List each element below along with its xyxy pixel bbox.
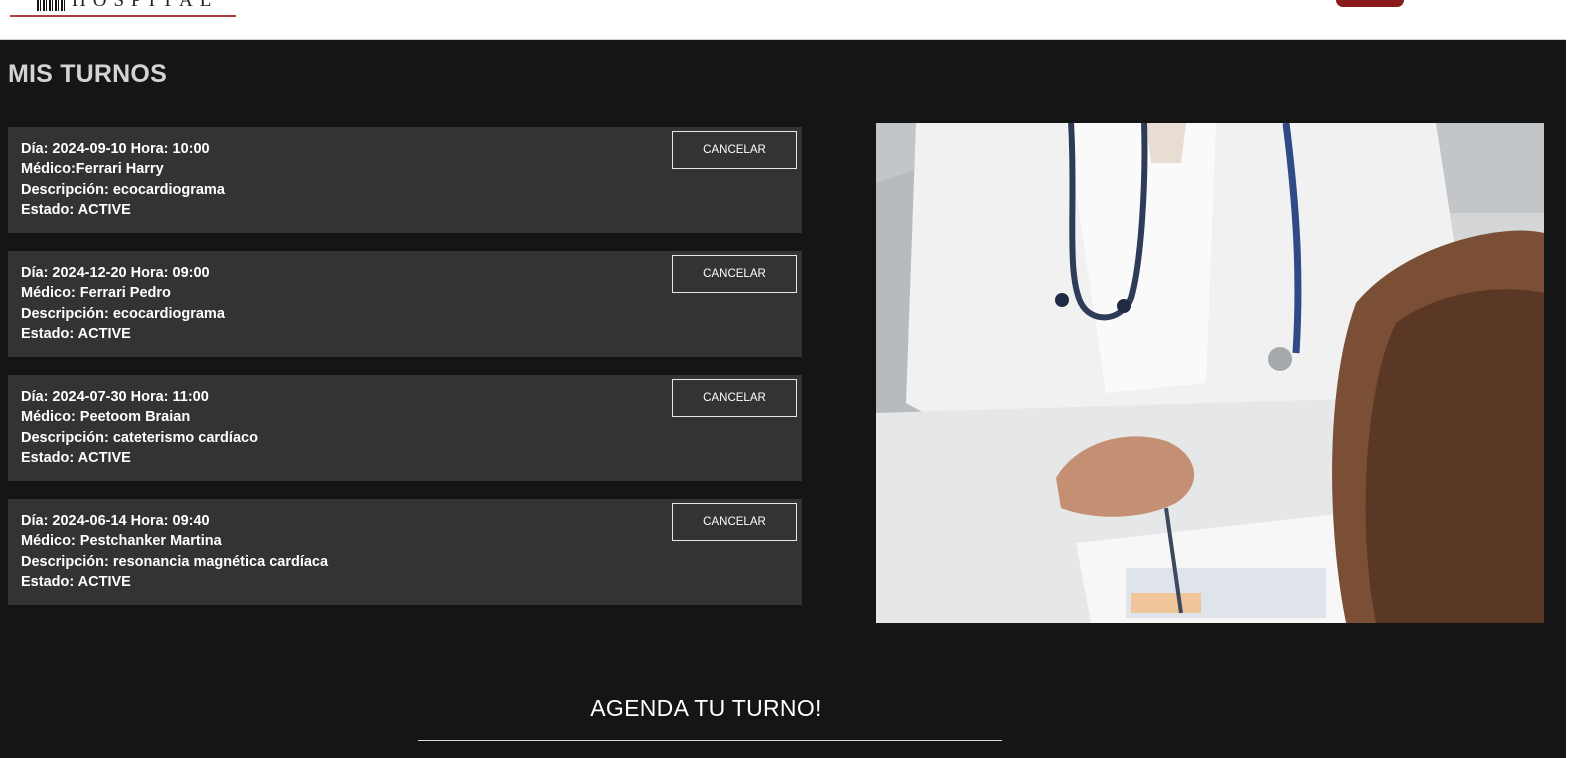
appointment-status: Estado: ACTIVE [21, 574, 131, 590]
appointment-doctor: Médico: Peetoom Braian [21, 409, 191, 425]
appointment-card: Día: 2024-12-20 Hora: 09:00 Médico: Ferr… [8, 251, 802, 357]
appointment-description: Descripción: resonancia magnética cardía… [21, 554, 329, 570]
appointment-datetime: Día: 2024-06-14 Hora: 09:40 [21, 513, 210, 529]
logo-underline [10, 15, 236, 17]
appointment-card: Día: 2024-07-30 Hora: 11:00 Médico: Peet… [8, 375, 802, 481]
cancel-appointment-button[interactable]: CANCELAR [672, 379, 797, 417]
appointment-doctor: Médico:Ferrari Harry [21, 161, 164, 177]
appointment-doctor: Médico: Ferrari Pedro [21, 285, 171, 301]
agenda-divider [418, 740, 1002, 741]
appointment-description: Descripción: ecocardiograma [21, 306, 225, 322]
nav-menu-button[interactable] [1336, 0, 1404, 7]
cancel-appointment-button[interactable]: CANCELAR [672, 503, 797, 541]
appointment-description: Descripción: ecocardiograma [21, 182, 225, 198]
top-navbar: HOSPITAL [0, 0, 1566, 40]
page-title: MIS TURNOS [8, 60, 167, 88]
cancel-appointment-button[interactable]: CANCELAR [672, 131, 797, 169]
appointment-card: Día: 2024-06-14 Hora: 09:40 Médico: Pest… [8, 499, 802, 605]
appointment-status: Estado: ACTIVE [21, 450, 131, 466]
appointment-datetime: Día: 2024-12-20 Hora: 09:00 [21, 265, 210, 281]
appointment-card: Día: 2024-09-10 Hora: 10:00 Médico:Ferra… [8, 127, 802, 233]
appointment-datetime: Día: 2024-09-10 Hora: 10:00 [21, 141, 210, 157]
agenda-section-title: AGENDA TU TURNO! [590, 695, 822, 721]
logo-bars-icon [37, 0, 67, 11]
appointment-description: Descripción: cateterismo cardíaco [21, 430, 258, 446]
doctor-consultation-illustration [876, 123, 1544, 623]
appointment-datetime: Día: 2024-07-30 Hora: 11:00 [21, 389, 209, 405]
appointment-status: Estado: ACTIVE [21, 326, 131, 342]
hospital-logo[interactable]: HOSPITAL [10, 0, 236, 18]
page-scrollbar[interactable] [1566, 0, 1588, 758]
cancel-appointment-button[interactable]: CANCELAR [672, 255, 797, 293]
logo-text: HOSPITAL [72, 0, 219, 11]
appointment-status: Estado: ACTIVE [21, 202, 131, 218]
doctor-consultation-photo [876, 123, 1544, 623]
appointment-doctor: Médico: Pestchanker Martina [21, 533, 222, 549]
